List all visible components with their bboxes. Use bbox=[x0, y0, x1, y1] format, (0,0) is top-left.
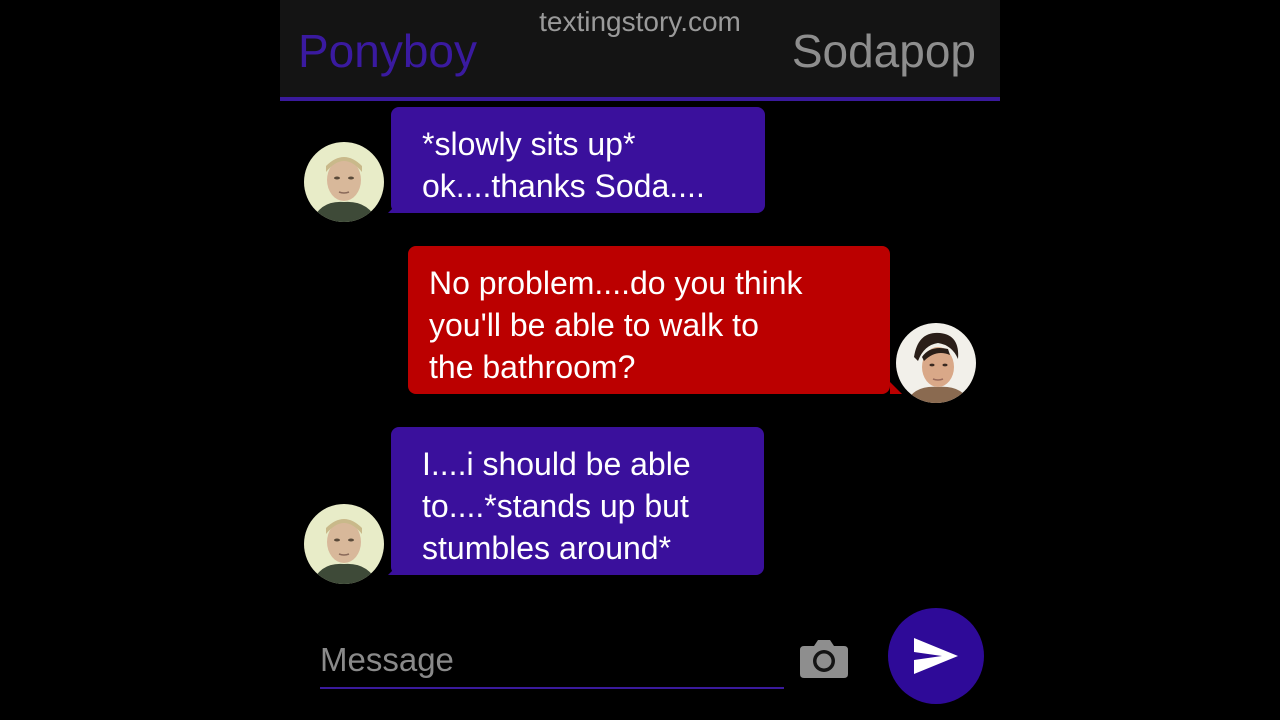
message-bubble-ponyboy-1[interactable]: *slowly sits up* ok....thanks Soda.... bbox=[391, 107, 765, 213]
ponyboy-avatar[interactable] bbox=[304, 504, 384, 584]
send-icon bbox=[914, 638, 958, 674]
message-input[interactable] bbox=[320, 636, 780, 684]
input-underline bbox=[320, 687, 784, 689]
ponyboy-avatar[interactable] bbox=[304, 142, 384, 222]
camera-icon[interactable] bbox=[798, 636, 850, 680]
message-bubble-sodapop-1[interactable]: No problem....do you think you'll be abl… bbox=[408, 246, 890, 394]
left-contact-name[interactable]: Ponyboy bbox=[298, 24, 477, 78]
right-contact-name[interactable]: Sodapop bbox=[792, 24, 976, 78]
message-bubble-ponyboy-2[interactable]: I....i should be able to....*stands up b… bbox=[391, 427, 764, 575]
bubble-tail bbox=[890, 382, 902, 394]
chat-header: textingstory.com Ponyboy Sodapop bbox=[280, 0, 1000, 101]
chat-screen: textingstory.com Ponyboy Sodapop *slowly… bbox=[280, 0, 1000, 720]
send-button[interactable] bbox=[888, 608, 984, 704]
sodapop-avatar[interactable] bbox=[896, 323, 976, 403]
